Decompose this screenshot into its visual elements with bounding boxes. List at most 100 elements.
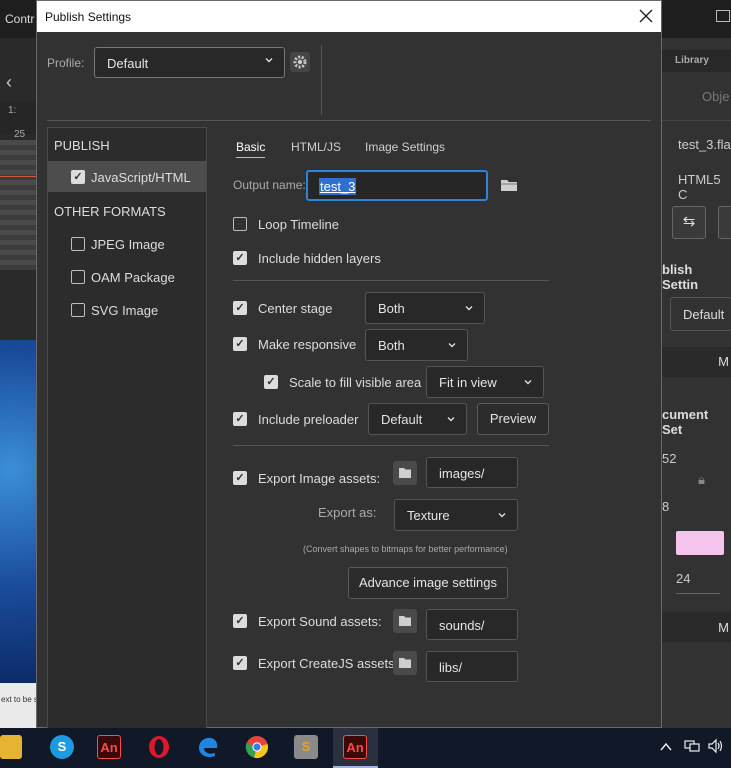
sidebar-item-oam[interactable]: OAM Package	[48, 262, 206, 292]
center-stage-select[interactable]: Both	[365, 292, 485, 324]
tab-html-js[interactable]: HTML/JS	[291, 140, 341, 154]
more-settings-button[interactable]: M	[662, 347, 731, 377]
scale-to-fill-select[interactable]: Fit in view	[426, 366, 544, 398]
export-as-select[interactable]: Texture	[394, 499, 518, 531]
image-path-input[interactable]: images/	[426, 457, 518, 488]
createjs-path-input[interactable]: libs/	[426, 651, 518, 682]
image-folder-icon[interactable]	[393, 461, 417, 485]
timeline-ruler: 1: 25	[0, 102, 36, 140]
sidebar-item-jpeg[interactable]: JPEG Image	[48, 229, 206, 259]
make-responsive-label: Make responsive	[258, 337, 357, 352]
chevron-down-icon	[465, 306, 473, 311]
output-name-input[interactable]: test_3	[306, 170, 488, 201]
export-image-checkbox[interactable]: ✓	[233, 471, 247, 485]
export-createjs-checkbox[interactable]: ✓	[233, 656, 247, 670]
center-stage-checkbox[interactable]: ✓	[233, 301, 247, 315]
advance-image-settings-button[interactable]: Advance image settings	[348, 567, 508, 599]
output-name-label: Output name:	[233, 178, 306, 192]
document-filename: test_3.fla	[678, 137, 731, 152]
export-sound-checkbox[interactable]: ✓	[233, 614, 247, 628]
export-sound-label: Export Sound assets:	[258, 614, 382, 629]
control-menu[interactable]: Contr	[5, 12, 34, 26]
sidebar-item-javascript-html[interactable]: ✓ JavaScript/HTML	[48, 161, 206, 192]
fps-underline	[676, 593, 720, 594]
publish-profile-select[interactable]: Default	[670, 297, 731, 331]
sound-path-input[interactable]: sounds/	[426, 609, 518, 640]
center-stage-value: Both	[378, 301, 405, 316]
preview-button[interactable]: Preview	[477, 403, 549, 435]
sound-folder-icon[interactable]	[393, 609, 417, 633]
animate-active-icon[interactable]: An	[343, 735, 367, 759]
height-value[interactable]: 8	[662, 499, 669, 514]
animate-icon[interactable]: An	[97, 735, 121, 759]
object-tab[interactable]: Obje	[702, 89, 729, 104]
make-responsive-select[interactable]: Both	[365, 329, 468, 361]
export-as-value: Texture	[407, 508, 450, 523]
createjs-folder-icon[interactable]	[393, 651, 417, 675]
scale-to-fill-value: Fit in view	[439, 375, 497, 390]
tab-image-settings[interactable]: Image Settings	[365, 140, 445, 154]
scale-to-fill-label: Scale to fill visible area	[289, 375, 422, 390]
stage-canvas[interactable]	[0, 340, 36, 685]
stage-color-swatch[interactable]	[676, 531, 724, 555]
sidebar-item-label: SVG Image	[91, 303, 159, 318]
javascript-html-checkbox[interactable]: ✓	[71, 170, 85, 184]
sidebar-item-label: JPEG Image	[91, 237, 165, 252]
chrome-icon[interactable]	[245, 735, 269, 759]
sublime-icon[interactable]: S	[294, 735, 318, 759]
chevron-down-icon	[265, 58, 273, 63]
output-name-value: test_3	[319, 178, 357, 195]
fps-value[interactable]: 24	[676, 571, 690, 586]
publish-settings-dialog: Publish Settings Profile: Default PUBLIS…	[36, 0, 662, 729]
scale-to-fill-checkbox[interactable]: ✓	[264, 375, 278, 389]
include-hidden-layers-checkbox[interactable]: ✓	[233, 251, 247, 265]
document-settings-heading: cument Set	[662, 407, 709, 437]
include-preloader-checkbox[interactable]: ✓	[233, 412, 247, 426]
publish-settings-heading: blish Settin	[662, 262, 699, 292]
export-createjs-label: Export CreateJS assets:	[258, 656, 399, 671]
close-icon[interactable]	[635, 5, 657, 27]
file-explorer-icon[interactable]	[0, 735, 22, 759]
window-icon[interactable]	[716, 10, 730, 22]
sidebar-item-label: OAM Package	[91, 270, 175, 285]
export-hint: (Convert shapes to bitmaps for better pe…	[303, 544, 508, 554]
width-value[interactable]: 52	[662, 451, 676, 466]
make-responsive-checkbox[interactable]: ✓	[233, 337, 247, 351]
chevron-down-icon	[447, 417, 455, 422]
chevron-down-icon	[524, 380, 532, 385]
chevron-down-icon	[498, 513, 506, 518]
export-image-label: Export Image assets:	[258, 471, 381, 486]
sidebar-item-svg[interactable]: SVG Image	[48, 295, 206, 325]
timeline-layers[interactable]	[0, 140, 36, 270]
tab-basic[interactable]: Basic	[236, 140, 266, 158]
loop-timeline-checkbox[interactable]	[233, 217, 247, 231]
edge-icon[interactable]	[196, 735, 220, 759]
publish-header: PUBLISH	[54, 138, 110, 153]
include-preloader-select[interactable]: Default	[368, 403, 467, 435]
playhead-line	[0, 176, 36, 177]
more-settings-button-2[interactable]: M	[662, 612, 731, 642]
network-icon[interactable]	[684, 739, 700, 756]
panel-tool-button[interactable]	[718, 206, 731, 239]
browse-folder-icon[interactable]	[500, 177, 518, 196]
oam-checkbox[interactable]	[71, 270, 85, 284]
jpeg-checkbox[interactable]	[71, 237, 85, 251]
skype-icon[interactable]: S	[50, 735, 74, 759]
gear-icon[interactable]	[290, 52, 310, 72]
lock-icon[interactable]: 🔒︎	[698, 472, 705, 488]
opera-icon[interactable]	[147, 735, 171, 759]
format-sidebar: PUBLISH ✓ JavaScript/HTML OTHER FORMATS …	[47, 127, 207, 729]
chevron-up-icon[interactable]	[660, 740, 672, 755]
profile-value: Default	[107, 56, 149, 71]
align-tool-icon[interactable]: ⇆	[672, 206, 706, 239]
make-responsive-value: Both	[378, 338, 405, 353]
library-tab[interactable]: Library	[675, 55, 709, 66]
export-as-label: Export as:	[318, 505, 377, 520]
profile-select[interactable]: Default	[94, 47, 285, 78]
volume-icon[interactable]	[707, 738, 725, 757]
svg-checkbox[interactable]	[71, 303, 85, 317]
back-arrow-icon[interactable]: ‹	[6, 72, 12, 93]
chevron-down-icon	[448, 343, 456, 348]
section-divider	[233, 280, 549, 281]
include-hidden-layers-label: Include hidden layers	[258, 251, 381, 266]
